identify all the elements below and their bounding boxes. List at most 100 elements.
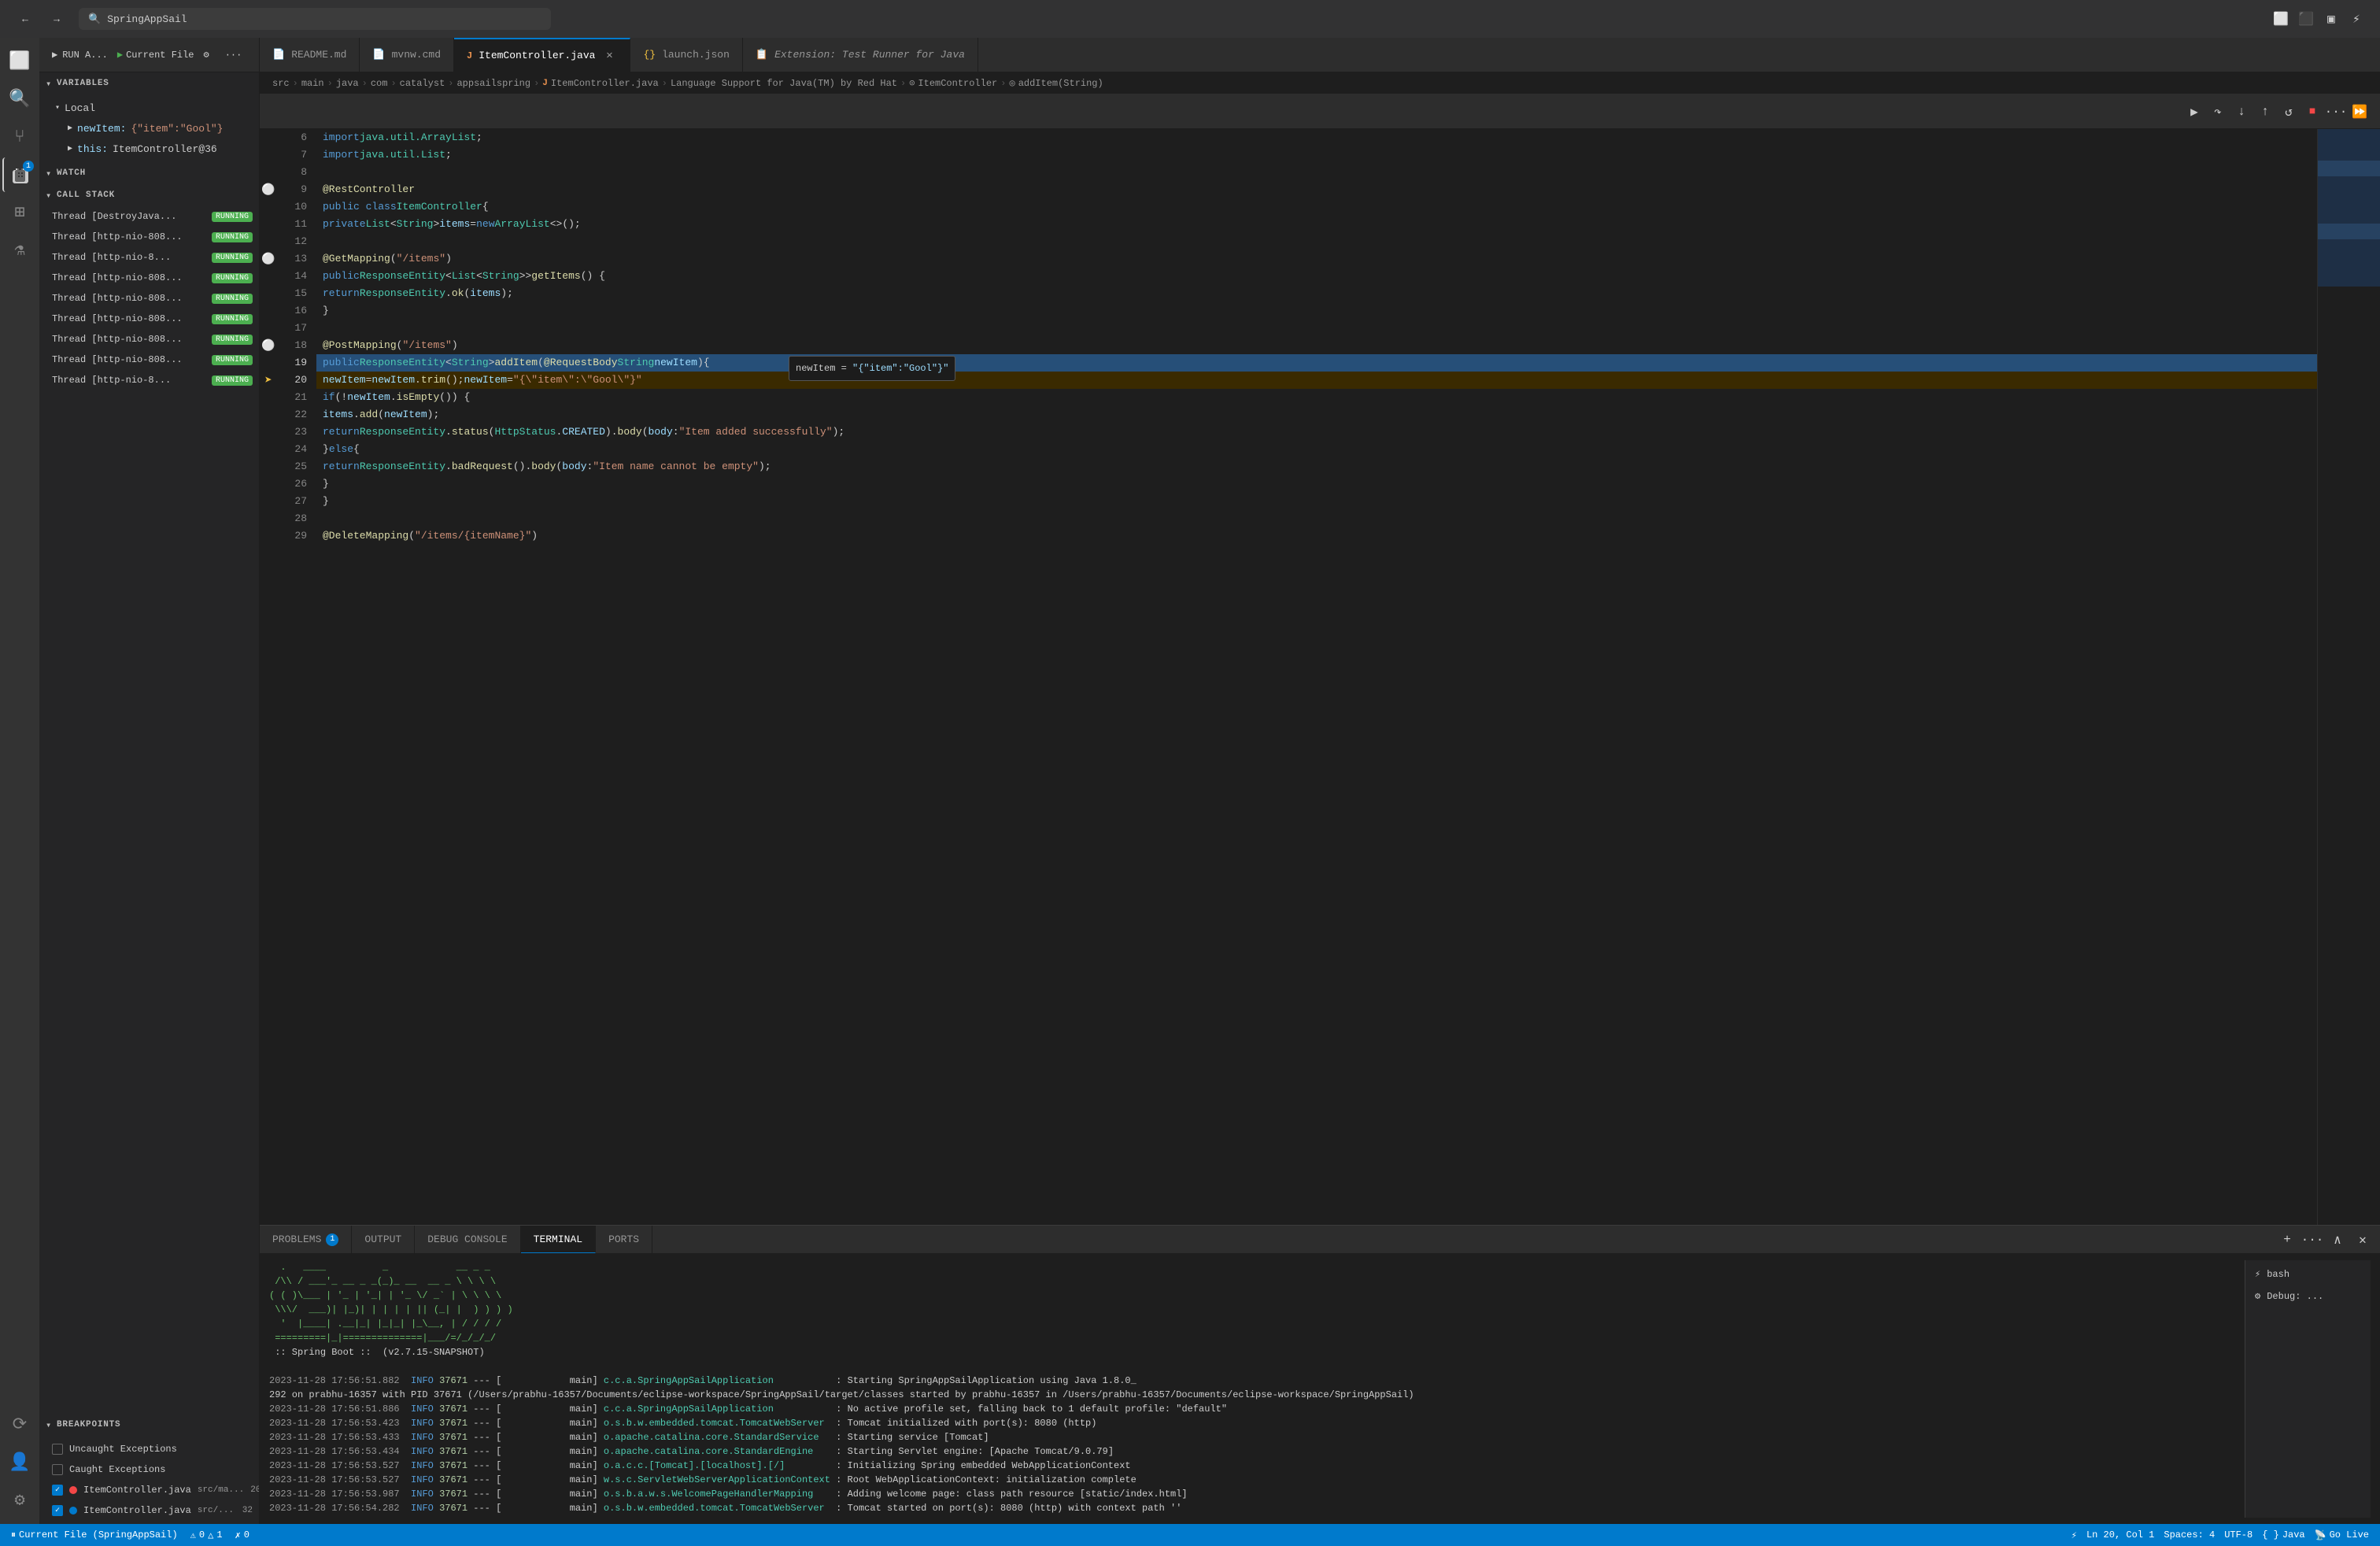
code-area[interactable]: ⚪ ⚪ ⚪ ➤ <box>260 129 2380 1225</box>
tab-ext-test-runner[interactable]: 📋 Extension: Test Runner for Java <box>743 38 978 72</box>
thread-2[interactable]: Thread [http-nio-8... RUNNING <box>39 247 259 268</box>
back-button[interactable]: ← <box>13 6 38 31</box>
bp-item-controller-20[interactable]: ✓ ItemController.java src/ma... 20 <box>39 1480 259 1500</box>
local-scope[interactable]: ▾ Local <box>39 98 259 118</box>
thread-1[interactable]: Thread [http-nio-808... RUNNING <box>39 227 259 247</box>
run-debug-button[interactable]: ▶ RUN A... <box>46 44 114 66</box>
settings-debug-btn[interactable]: ⚙ <box>198 44 216 66</box>
terminal-main[interactable]: . ____ _ __ _ _ /\\ / ___'_ __ _ _(_)_ _… <box>269 1260 2245 1518</box>
bc-catalyst[interactable]: catalyst <box>400 78 445 89</box>
variables-chevron: ▾ <box>46 78 52 90</box>
status-encoding[interactable]: UTF-8 <box>2219 1524 2257 1546</box>
status-spaces[interactable]: Spaces: 4 <box>2159 1524 2219 1546</box>
bc-com[interactable]: com <box>371 78 388 89</box>
thread-3[interactable]: Thread [http-nio-808... RUNNING <box>39 268 259 288</box>
bp-caught[interactable]: Caught Exceptions <box>39 1459 259 1480</box>
extensions-icon[interactable]: ⊞ <box>2 195 37 230</box>
spring-version: :: Spring Boot :: (v2.7.15-SNAPSHOT) <box>269 1345 2245 1359</box>
variables-section: ▾ VARIABLES ▾ Local ▶ newItem: {"item":"… <box>39 72 259 162</box>
forward-button[interactable]: → <box>44 6 69 31</box>
more-controls-btn[interactable]: ··· <box>2325 101 2347 123</box>
readme-label: README.md <box>291 49 346 61</box>
status-debug[interactable]: ⏸ Current File (SpringAppSail) <box>6 1524 183 1546</box>
terminal-bash[interactable]: ⚡ bash <box>2245 1263 2371 1285</box>
tab-launch-json[interactable]: {} launch.json <box>630 38 742 72</box>
var-this[interactable]: ▶ this: ItemController@36 <box>39 139 259 159</box>
status-lang[interactable]: { } Java <box>2257 1524 2309 1546</box>
status-warnings[interactable]: ⚠ 0 △ 1 <box>186 1524 227 1546</box>
layout-icon[interactable]: ⬜ <box>2270 8 2292 30</box>
tab-terminal[interactable]: TERMINAL <box>521 1226 596 1253</box>
close-panel-btn[interactable]: ✕ <box>2352 1229 2374 1251</box>
thread-6[interactable]: Thread [http-nio-808... RUNNING <box>39 329 259 350</box>
bc-sep-8: › <box>900 78 906 89</box>
bc-appsailspring[interactable]: appsailspring <box>456 78 530 89</box>
more-debug-btn[interactable]: ··· <box>219 44 249 66</box>
step-out-btn[interactable]: ↑ <box>2254 101 2276 123</box>
bp-caught-checkbox[interactable] <box>52 1464 63 1475</box>
bp-item-controller-32[interactable]: ✓ ItemController.java src/... 32 <box>39 1500 259 1521</box>
thread-7[interactable]: Thread [http-nio-808... RUNNING <box>39 350 259 370</box>
output-label: OUTPUT <box>364 1233 401 1245</box>
settings-icon[interactable]: ⚙ <box>2 1483 37 1518</box>
status-live[interactable]: ⚡ <box>2067 1524 2082 1546</box>
sidebar-icon[interactable]: ▣ <box>2320 8 2342 30</box>
var-newitem[interactable]: ▶ newItem: {"item":"Gool"} <box>39 118 259 139</box>
bc-lang-support[interactable]: Language Support for Java(TM) by Red Hat <box>671 78 897 89</box>
status-go-live[interactable]: 📡 Go Live <box>2310 1524 2374 1546</box>
item-controller-close[interactable]: ✕ <box>601 48 617 64</box>
panel-icon[interactable]: ⬛ <box>2295 8 2317 30</box>
explorer-icon[interactable]: ⬜ <box>2 44 37 79</box>
activity-icon[interactable]: ⚡ <box>2345 8 2367 30</box>
tab-ports[interactable]: PORTS <box>596 1226 652 1253</box>
remote-icon[interactable]: ⟳ <box>2 1407 37 1442</box>
test-icon[interactable]: ⚗ <box>2 233 37 268</box>
step-over-btn[interactable]: ↷ <box>2207 101 2229 123</box>
account-icon[interactable]: 👤 <box>2 1445 37 1480</box>
step-into-btn[interactable]: ↓ <box>2230 101 2252 123</box>
tab-readme[interactable]: 📄 README.md <box>260 38 360 72</box>
source-control-icon[interactable]: ⑂ <box>2 120 37 154</box>
code-content[interactable]: import java.util.ArrayList; import java.… <box>316 129 2317 1225</box>
bp-uncaught[interactable]: Uncaught Exceptions <box>39 1439 259 1459</box>
watch-header[interactable]: ▾ WATCH <box>39 162 259 184</box>
add-terminal-btn[interactable]: + <box>2276 1229 2298 1251</box>
bc-file[interactable]: ItemController.java <box>551 78 659 89</box>
search-bar[interactable]: 🔍 SpringAppSail <box>79 8 551 30</box>
thread-5[interactable]: Thread [http-nio-808... RUNNING <box>39 309 259 329</box>
bp-item-controller-20-checkbox[interactable]: ✓ <box>52 1485 63 1496</box>
bp-uncaught-checkbox[interactable] <box>52 1444 63 1455</box>
bc-method[interactable]: addItem(String) <box>1018 78 1103 89</box>
status-line-col[interactable]: Ln 20, Col 1 <box>2082 1524 2159 1546</box>
warning-icon: ⚠ <box>190 1529 196 1541</box>
bc-class[interactable]: ItemController <box>918 78 997 89</box>
tab-output[interactable]: OUTPUT <box>352 1226 415 1253</box>
bp-item-controller-32-checkbox[interactable]: ✓ <box>52 1505 63 1516</box>
debug-activity-icon[interactable]: 1 <box>2 157 37 192</box>
thread-0[interactable]: Thread [DestroyJava... RUNNING <box>39 206 259 227</box>
fast-forward-btn[interactable]: ⏩ <box>2349 101 2371 123</box>
status-errors[interactable]: ✗ 0 <box>231 1524 254 1546</box>
bc-main[interactable]: main <box>301 78 324 89</box>
bc-src[interactable]: src <box>272 78 290 89</box>
thread-8[interactable]: Thread [http-nio-8... RUNNING <box>39 370 259 390</box>
bc-java[interactable]: java <box>336 78 359 89</box>
stop-btn[interactable]: ⏹ <box>2301 101 2323 123</box>
tab-item-controller[interactable]: J ItemController.java ✕ <box>454 38 630 72</box>
tab-mvnw[interactable]: 📄 mvnw.cmd <box>360 38 454 72</box>
term-line-3: 2023-11-28 17:56:51.886 INFO 37671 --- [… <box>269 1402 2245 1416</box>
search-activity-icon[interactable]: 🔍 <box>2 82 37 117</box>
more-panel-btn[interactable]: ··· <box>2301 1229 2323 1251</box>
variables-header[interactable]: ▾ VARIABLES <box>39 72 259 94</box>
thread-4[interactable]: Thread [http-nio-808... RUNNING <box>39 288 259 309</box>
bp-item-controller-32-path: src/... <box>198 1506 234 1515</box>
call-stack-header[interactable]: ▾ CALL STACK <box>39 184 259 206</box>
breakpoints-header[interactable]: ▾ BREAKPOINTS <box>39 1414 259 1436</box>
thread-9[interactable]: Thread [http-nio-808. RUNNING <box>39 390 259 395</box>
terminal-debug[interactable]: ⚙ Debug: ... <box>2245 1285 2371 1307</box>
collapse-panel-btn[interactable]: ∧ <box>2326 1229 2349 1251</box>
tab-debug-console[interactable]: DEBUG CONSOLE <box>415 1226 520 1253</box>
tab-problems[interactable]: PROBLEMS 1 <box>260 1226 352 1253</box>
continue-btn[interactable]: ▶ <box>2183 101 2205 123</box>
restart-btn[interactable]: ↺ <box>2278 101 2300 123</box>
